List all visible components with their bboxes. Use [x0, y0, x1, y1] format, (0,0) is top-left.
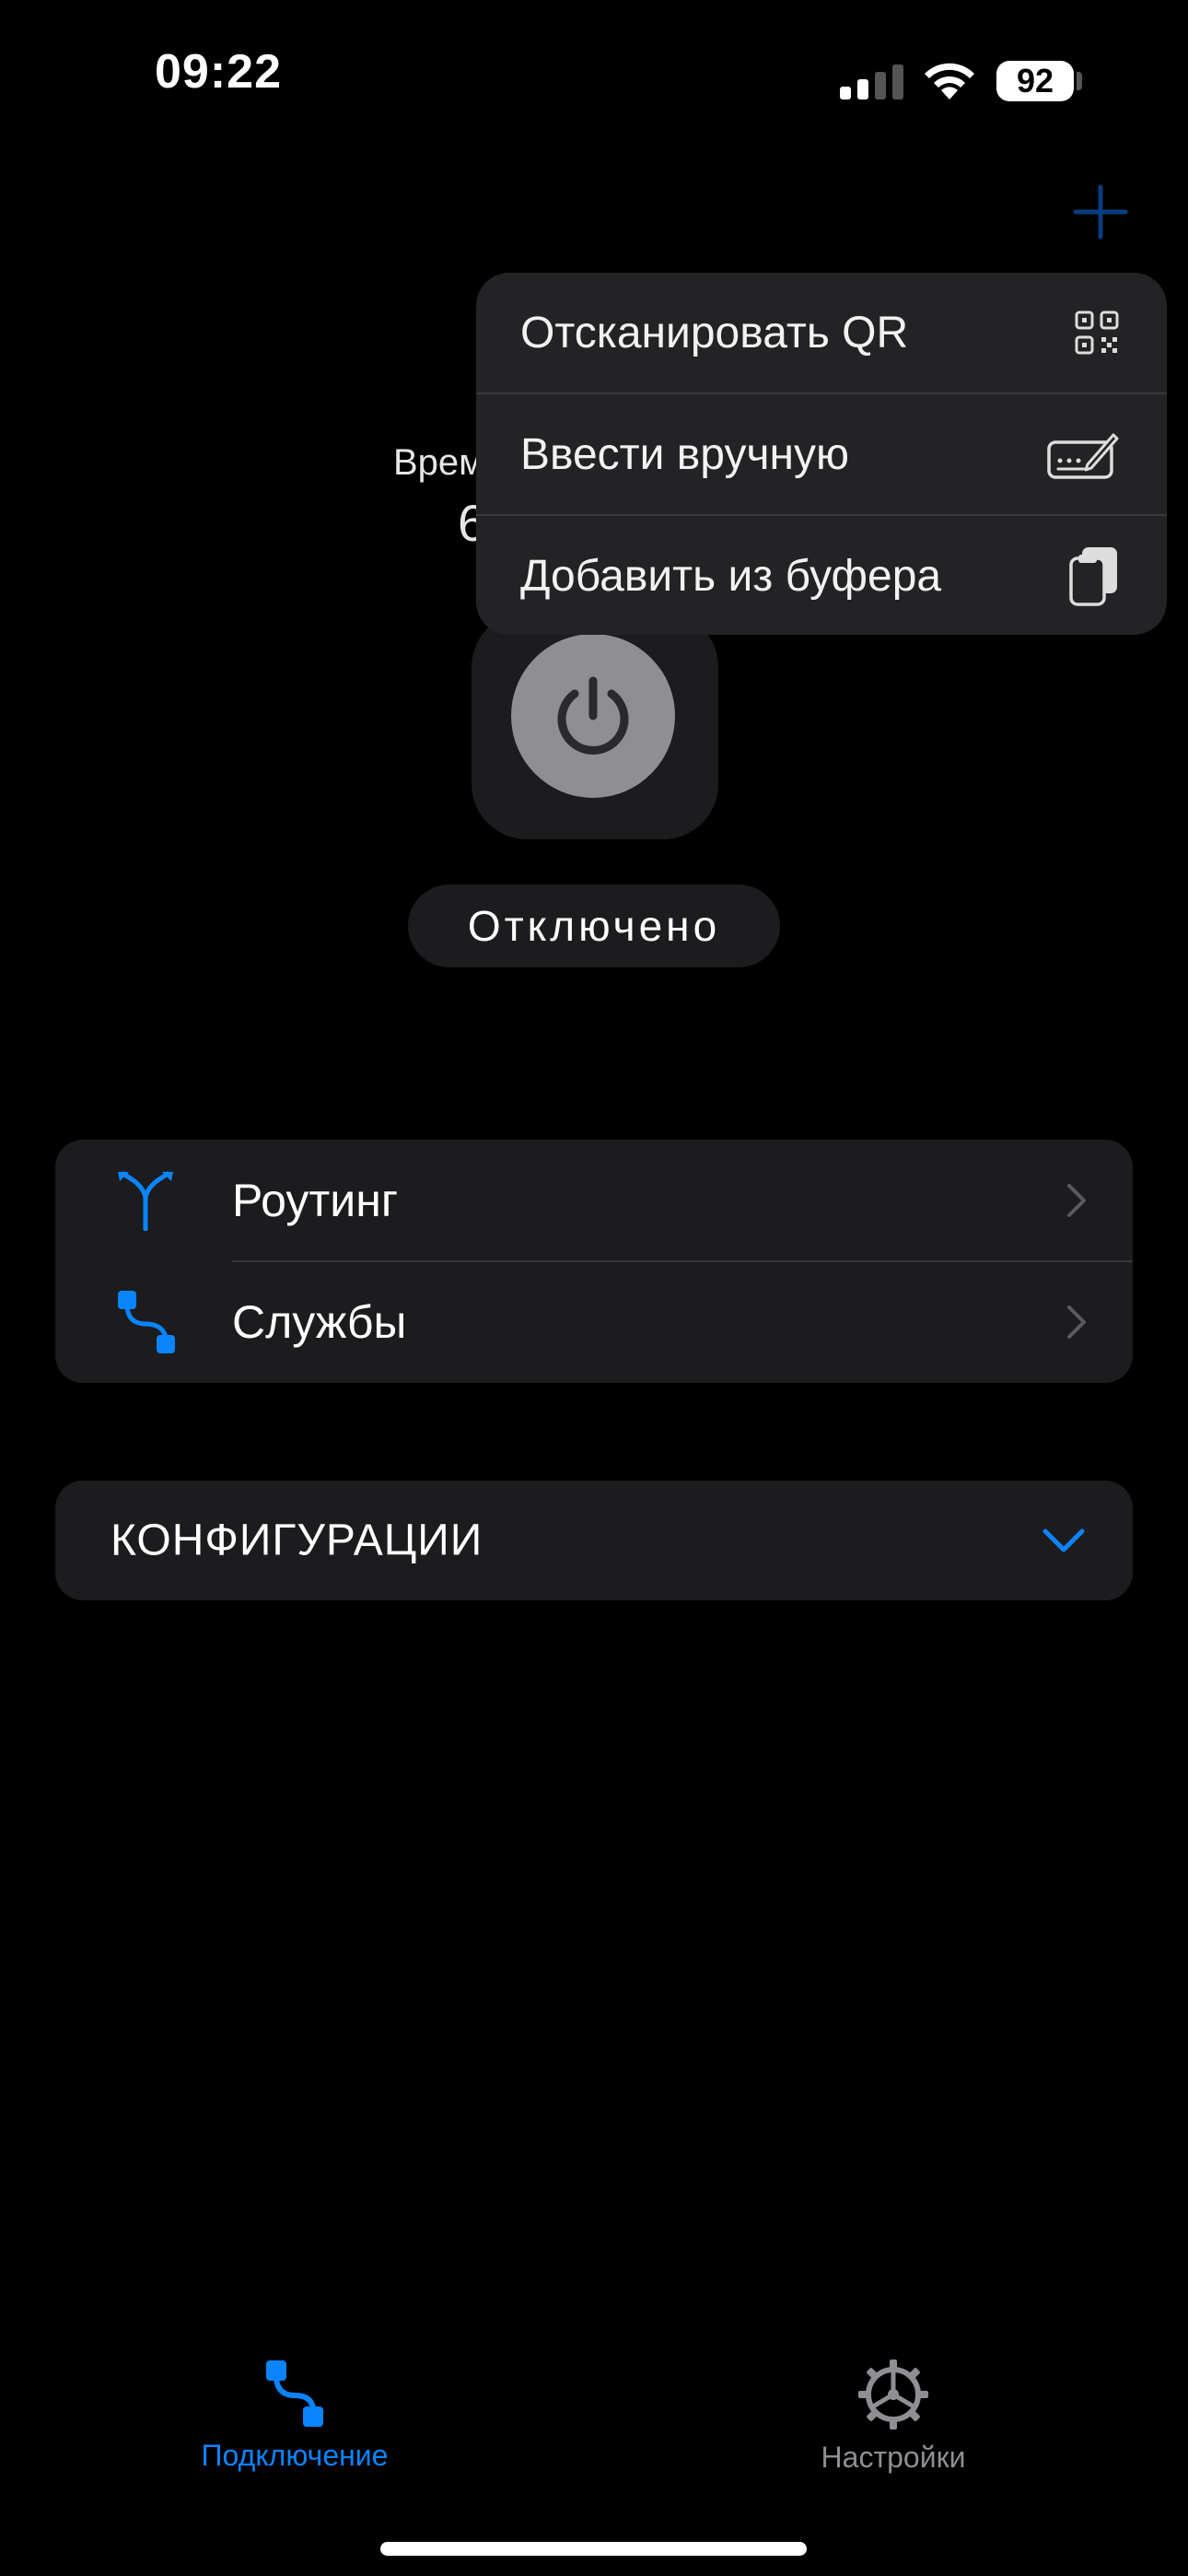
- tab-settings[interactable]: Настройки: [783, 2359, 1004, 2475]
- connection-time-label: Врем: [393, 442, 484, 483]
- home-indicator[interactable]: [380, 2542, 807, 2556]
- menu-item-manual-entry[interactable]: Ввести вручную: [476, 394, 1167, 514]
- chevron-right-icon: [1067, 1306, 1086, 1339]
- tab-connection[interactable]: Подключение: [184, 2359, 405, 2473]
- menu-item-scan-qr[interactable]: Отсканировать QR: [476, 273, 1167, 392]
- menu-item-label: Отсканировать QR: [520, 308, 909, 357]
- add-config-menu: Отсканировать QR Ввести вручную Добавить…: [476, 273, 1167, 635]
- wifi-icon: [925, 63, 974, 100]
- power-button[interactable]: [511, 634, 675, 798]
- configurations-label: КОНФИГУРАЦИИ: [111, 1516, 483, 1565]
- keyboard-pencil-icon: [1047, 433, 1119, 479]
- settings-list-group: Роутинг Службы: [55, 1140, 1133, 1383]
- tab-label: Настройки: [821, 2441, 966, 2474]
- routing-fork-icon: [118, 1171, 173, 1231]
- services-path-icon: [118, 1291, 175, 1353]
- chevron-down-icon: [1042, 1528, 1085, 1552]
- menu-item-add-from-clipboard[interactable]: Добавить из буфера: [476, 516, 1167, 635]
- configurations-section[interactable]: КОНФИГУРАЦИИ: [55, 1481, 1133, 1600]
- menu-item-label: Ввести вручную: [520, 429, 849, 479]
- chevron-right-icon: [1067, 1184, 1086, 1217]
- power-icon: [557, 676, 629, 755]
- battery-nub: [1077, 72, 1082, 90]
- list-item-routing[interactable]: Роутинг: [55, 1140, 1133, 1261]
- gear-icon: [858, 2359, 928, 2430]
- list-item-label: Роутинг: [232, 1175, 399, 1226]
- connection-icon: [266, 2360, 323, 2427]
- clipboard-icon: [1069, 547, 1117, 606]
- list-item-label: Службы: [232, 1296, 407, 1348]
- tab-label: Подключение: [201, 2439, 389, 2472]
- menu-item-label: Добавить из буфера: [520, 551, 942, 601]
- qr-code-icon: [1075, 310, 1119, 355]
- connection-status-badge: Отключено: [408, 884, 780, 967]
- cellular-signal-icon: [840, 64, 903, 100]
- battery-indicator: 92: [996, 61, 1074, 101]
- add-plus-icon[interactable]: [1068, 180, 1133, 244]
- list-item-services[interactable]: Службы: [55, 1261, 1133, 1383]
- status-time: 09:22: [155, 45, 282, 99]
